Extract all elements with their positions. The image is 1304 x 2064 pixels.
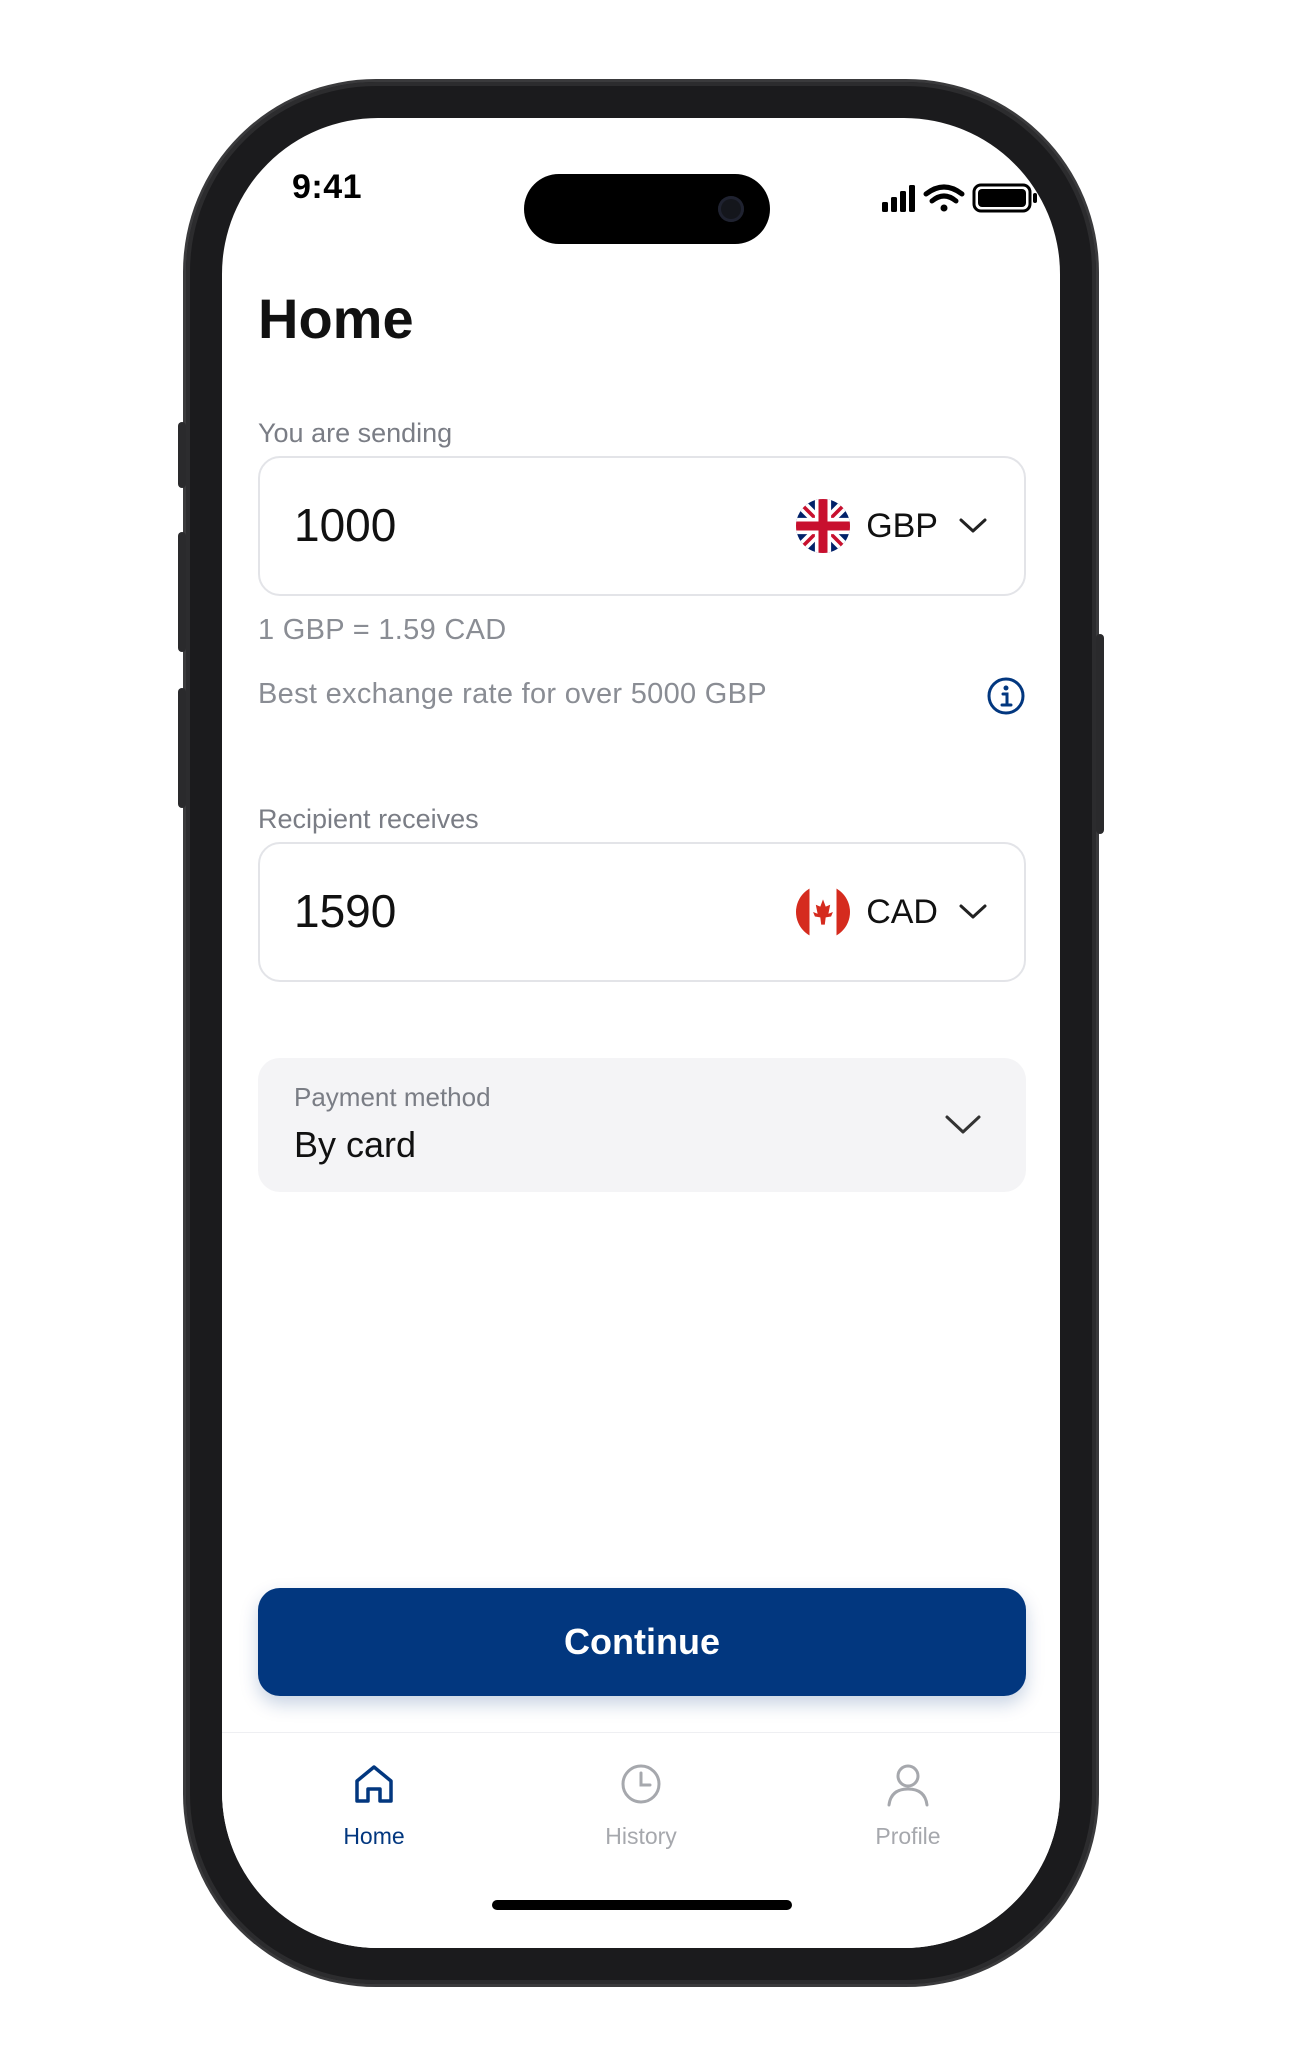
volume-up-button: [178, 532, 186, 652]
user-icon: [887, 1764, 929, 1807]
info-icon[interactable]: [986, 676, 1026, 716]
chevron-down-icon: [945, 1115, 981, 1134]
home-indicator: [492, 1900, 792, 1910]
tab-profile[interactable]: Profile: [828, 1759, 988, 1850]
sending-currency-code: GBP: [866, 506, 938, 545]
signal-icon: [882, 185, 915, 212]
receiving-amount-field[interactable]: 1590 CAD: [258, 842, 1026, 982]
tab-history[interactable]: History: [561, 1759, 721, 1850]
volume-down-button: [178, 688, 186, 808]
tab-home-label: Home: [343, 1823, 405, 1849]
payment-method-label: Payment method: [294, 1082, 491, 1112]
exchange-rate: 1 GBP = 1.59 CAD: [258, 614, 507, 646]
phone-frame: 9:41 Home You are sending 1000 GBP 1 GBP…: [178, 82, 1104, 1984]
receiving-amount-value[interactable]: 1590: [294, 884, 396, 938]
dynamic-island: [524, 174, 770, 244]
tab-profile-label: Profile: [875, 1823, 941, 1849]
best-rate-note: Best exchange rate for over 5000 GBP: [258, 678, 767, 710]
canvas: 9:41 Home You are sending 1000 GBP 1 GBP…: [0, 0, 1304, 2064]
battery-icon: [972, 183, 1037, 213]
screen: 9:41 Home You are sending 1000 GBP 1 GBP…: [222, 118, 1060, 1948]
tab-bar: Home History Profile: [222, 1732, 1060, 1948]
mute-switch: [178, 422, 186, 488]
tab-history-label: History: [605, 1823, 677, 1849]
receiving-currency-code: CAD: [866, 892, 938, 931]
canada-flag-icon: [796, 885, 851, 939]
sending-amount-value[interactable]: 1000: [294, 498, 396, 552]
camera-icon: [718, 196, 744, 222]
payment-method-value: By card: [294, 1124, 417, 1165]
sending-amount-field[interactable]: 1000 GBP: [258, 456, 1026, 596]
receiving-label: Recipient receives: [258, 804, 479, 834]
page-title: Home: [258, 287, 414, 350]
sending-label: You are sending: [258, 418, 453, 448]
clock-icon: [621, 1764, 661, 1804]
chevron-down-icon: [959, 518, 987, 533]
status-time: 9:41: [292, 168, 363, 206]
chevron-down-icon: [959, 904, 987, 919]
receiving-currency-select[interactable]: CAD: [796, 882, 988, 942]
power-button: [1096, 634, 1104, 834]
continue-button[interactable]: Continue: [258, 1588, 1026, 1696]
wifi-icon: [923, 184, 965, 212]
sending-currency-select[interactable]: GBP: [796, 496, 988, 556]
uk-flag-icon: [796, 499, 851, 553]
status-icons: [882, 182, 1042, 223]
home-icon: [355, 1765, 393, 1803]
payment-method-select[interactable]: Payment method By card: [258, 1058, 1026, 1192]
tab-home[interactable]: Home: [294, 1759, 454, 1850]
